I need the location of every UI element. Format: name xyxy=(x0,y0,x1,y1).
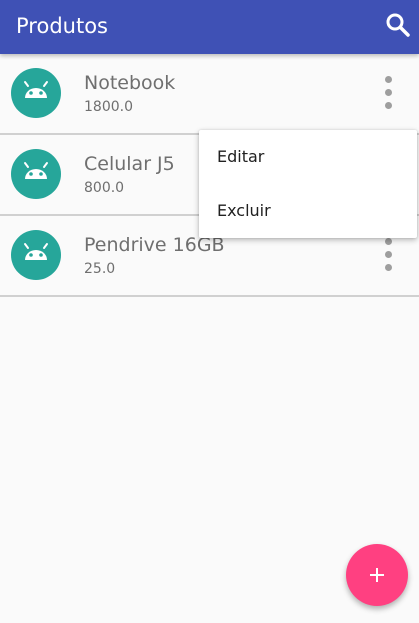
context-menu: Editar Excluir xyxy=(199,130,417,238)
menu-item-label: Excluir xyxy=(217,201,271,220)
plus-icon xyxy=(370,568,384,582)
more-options-button[interactable] xyxy=(378,74,398,112)
product-price: 800.0 xyxy=(84,180,125,196)
product-name: Celular J5 xyxy=(84,153,175,175)
menu-item-editar[interactable]: Editar xyxy=(199,130,417,184)
list-item[interactable]: Notebook 1800.0 xyxy=(0,54,419,135)
app-bar: Produtos xyxy=(0,0,419,54)
android-icon xyxy=(11,230,61,280)
add-product-button[interactable] xyxy=(346,544,408,606)
menu-item-excluir[interactable]: Excluir xyxy=(199,184,417,238)
product-price: 1800.0 xyxy=(84,99,133,115)
product-price: 25.0 xyxy=(84,261,116,277)
menu-item-label: Editar xyxy=(217,147,265,166)
avatar xyxy=(11,230,61,280)
app-title: Produtos xyxy=(16,14,108,38)
android-icon xyxy=(11,149,61,199)
search-icon xyxy=(386,13,410,37)
android-icon xyxy=(11,68,61,118)
avatar xyxy=(11,149,61,199)
avatar xyxy=(11,68,61,118)
product-name: Notebook xyxy=(84,72,176,94)
search-button[interactable] xyxy=(384,11,412,39)
more-options-button[interactable] xyxy=(378,236,398,274)
